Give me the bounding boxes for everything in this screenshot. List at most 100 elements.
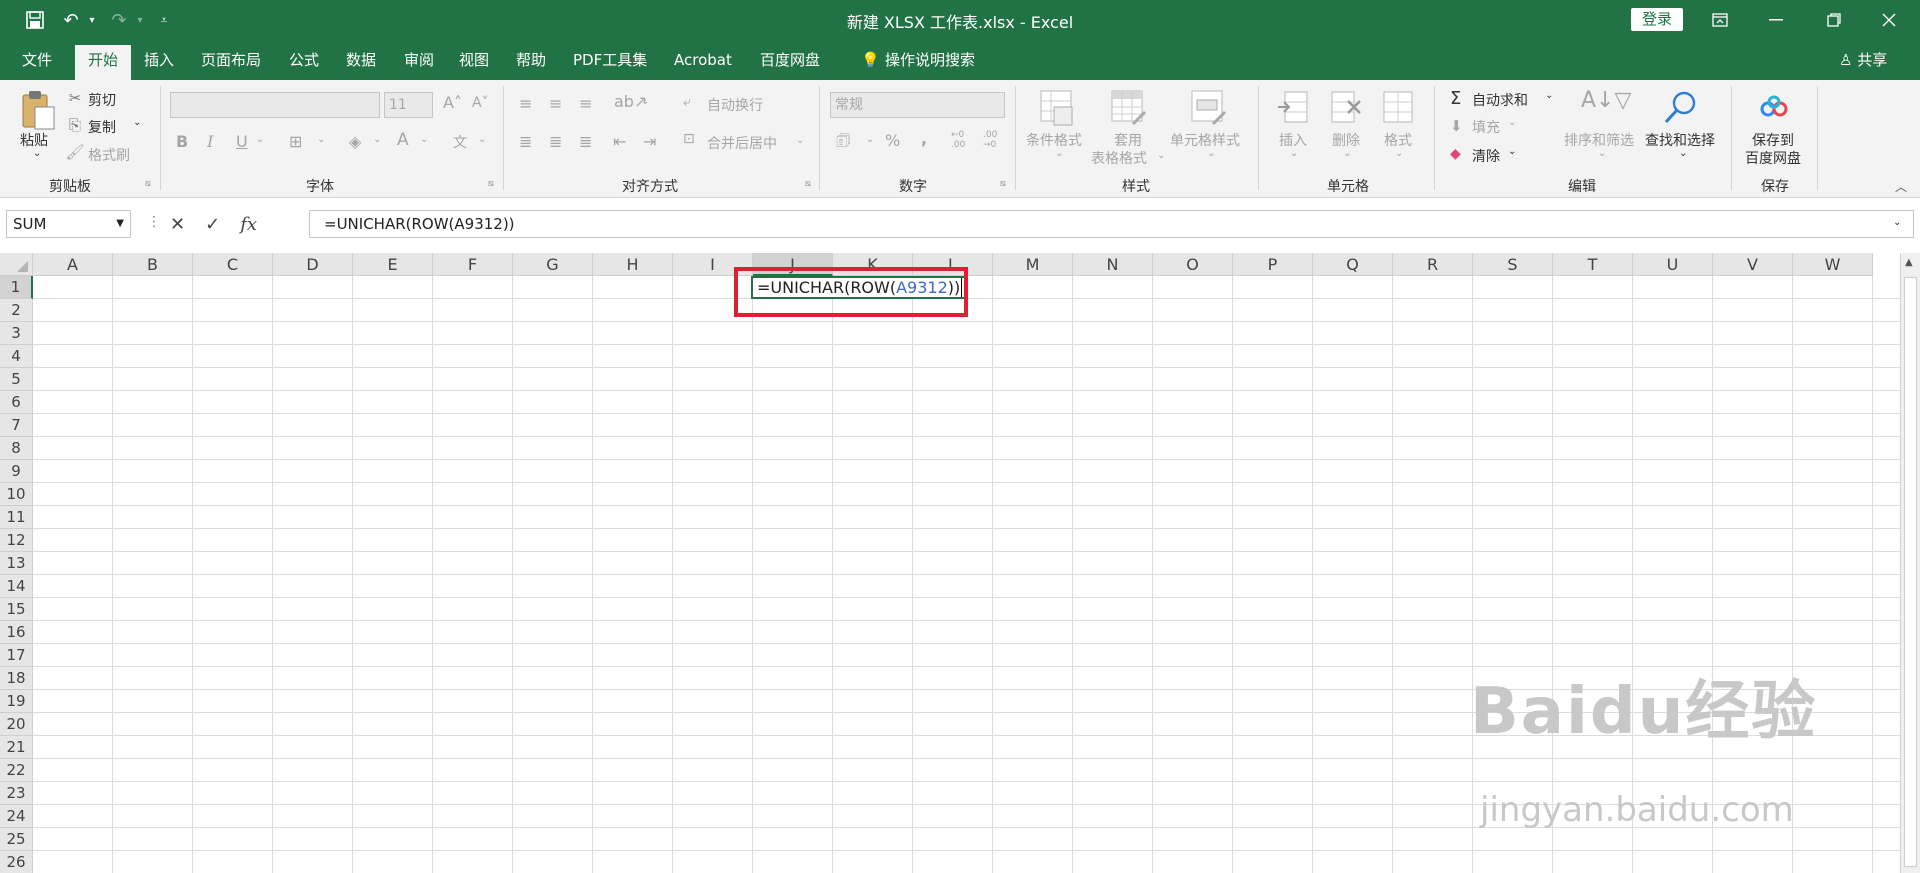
- clear-dropdown-icon[interactable]: ⌄: [1508, 146, 1516, 157]
- tab-view[interactable]: 视图: [446, 40, 502, 80]
- column-header[interactable]: O: [1153, 253, 1233, 276]
- cell-styles-button[interactable]: 单元格样式: [1170, 130, 1240, 150]
- scrollbar-thumb[interactable]: [1904, 277, 1917, 867]
- phonetic-dropdown-icon[interactable]: ⌄: [478, 134, 486, 145]
- font-color-dropdown-icon[interactable]: ⌄: [420, 134, 428, 145]
- merge-center-button[interactable]: 合并后居中: [707, 133, 777, 153]
- copy-button[interactable]: 复制: [88, 117, 116, 137]
- column-header[interactable]: M: [993, 253, 1073, 276]
- align-bottom-icon[interactable]: ≡: [579, 94, 592, 113]
- row-header[interactable]: 21: [0, 736, 33, 759]
- font-name-combo[interactable]: [170, 92, 380, 118]
- row-header[interactable]: 11: [0, 506, 33, 529]
- autosum-dropdown-icon[interactable]: ⌄: [1545, 90, 1553, 101]
- insert-dropdown-icon[interactable]: ⌄: [1290, 148, 1298, 159]
- italic-icon[interactable]: I: [207, 132, 213, 151]
- align-left-icon[interactable]: ≣: [519, 132, 532, 151]
- paste-button[interactable]: 粘贴: [20, 130, 48, 150]
- column-header[interactable]: Q: [1313, 253, 1393, 276]
- sort-dropdown-icon[interactable]: ⌄: [1598, 148, 1606, 159]
- formula-input[interactable]: =UNICHAR(ROW(A9312)): [309, 210, 1914, 238]
- name-box[interactable]: SUM ▼: [6, 210, 131, 238]
- insert-function-icon[interactable]: fx: [240, 214, 257, 235]
- tab-data[interactable]: 数据: [333, 40, 389, 80]
- underline-icon[interactable]: U: [236, 132, 248, 151]
- phonetic-icon[interactable]: 文: [453, 132, 467, 152]
- row-header[interactable]: 17: [0, 644, 33, 667]
- row-header[interactable]: 12: [0, 529, 33, 552]
- orientation-dropdown-icon[interactable]: ⌄: [641, 96, 649, 107]
- increase-decimal-icon[interactable]: ←0.00: [951, 130, 965, 150]
- row-header[interactable]: 19: [0, 690, 33, 713]
- font-launcher-icon[interactable]: ⧅: [488, 179, 494, 189]
- row-header[interactable]: 23: [0, 782, 33, 805]
- fill-color-dropdown-icon[interactable]: ⌄: [373, 134, 381, 145]
- row-header[interactable]: 3: [0, 322, 33, 345]
- column-header[interactable]: C: [193, 253, 273, 276]
- row-header[interactable]: 6: [0, 391, 33, 414]
- confirm-entry-icon[interactable]: ✓: [205, 214, 220, 235]
- column-header[interactable]: G: [513, 253, 593, 276]
- sort-filter-button[interactable]: 排序和筛选: [1564, 130, 1634, 150]
- scroll-up-icon[interactable]: ▲: [1905, 257, 1913, 268]
- format-dropdown-icon[interactable]: ⌄: [1395, 148, 1403, 159]
- tab-file[interactable]: 文件: [9, 40, 65, 80]
- column-header[interactable]: W: [1793, 253, 1873, 276]
- column-header[interactable]: H: [593, 253, 673, 276]
- row-header[interactable]: 13: [0, 552, 33, 575]
- column-header[interactable]: A: [33, 253, 113, 276]
- shrink-font-icon[interactable]: A˅: [472, 95, 489, 111]
- increase-indent-icon[interactable]: ⇥: [643, 132, 656, 151]
- row-header[interactable]: 15: [0, 598, 33, 621]
- column-header[interactable]: F: [433, 253, 513, 276]
- cancel-entry-icon[interactable]: ✕: [170, 214, 185, 235]
- tell-me-search[interactable]: 操作说明搜索: [872, 40, 988, 80]
- insert-cells-button[interactable]: 插入: [1279, 130, 1307, 150]
- tab-insert[interactable]: 插入: [131, 40, 187, 80]
- row-header[interactable]: 7: [0, 414, 33, 437]
- accounting-format-icon[interactable]: 🗊: [836, 130, 851, 157]
- conditional-formatting-button[interactable]: 条件格式: [1026, 130, 1082, 150]
- align-top-icon[interactable]: ≡: [519, 94, 532, 113]
- row-header[interactable]: 26: [0, 851, 33, 873]
- row-header[interactable]: 8: [0, 437, 33, 460]
- alignment-launcher-icon[interactable]: ⧅: [805, 179, 811, 189]
- conditional-dropdown-icon[interactable]: ⌄: [1055, 148, 1063, 159]
- tab-baidu-netdisk[interactable]: 百度网盘: [747, 40, 833, 80]
- font-color-icon[interactable]: A: [397, 130, 409, 150]
- align-center-icon[interactable]: ≣: [549, 132, 562, 151]
- percent-icon[interactable]: %: [885, 131, 900, 150]
- decrease-decimal-icon[interactable]: .00 →0: [983, 130, 997, 150]
- number-format-combo[interactable]: 常规: [830, 92, 1005, 118]
- row-header[interactable]: 16: [0, 621, 33, 644]
- cell-styles-dropdown-icon[interactable]: ⌄: [1207, 148, 1215, 159]
- clear-button[interactable]: 清除: [1472, 146, 1500, 166]
- borders-icon[interactable]: ⊞: [289, 132, 302, 151]
- paste-dropdown-icon[interactable]: ⌄: [33, 148, 41, 159]
- minimize-icon[interactable]: [1753, 0, 1799, 40]
- column-header[interactable]: S: [1473, 253, 1553, 276]
- column-header[interactable]: N: [1073, 253, 1153, 276]
- tab-help[interactable]: 帮助: [503, 40, 559, 80]
- worksheet-grid[interactable]: ABCDEFGHIJKLMNOPQRSTUVW 1 2 3 4 5 6 7 8 9 10 11 12 1…: [0, 253, 1920, 873]
- ribbon-display-icon[interactable]: [1697, 0, 1743, 40]
- tab-review[interactable]: 审阅: [391, 40, 447, 80]
- tab-page-layout[interactable]: 页面布局: [188, 40, 274, 80]
- name-box-dropdown-icon[interactable]: ▼: [116, 211, 124, 237]
- row-header[interactable]: 9: [0, 460, 33, 483]
- row-header[interactable]: 1: [0, 276, 33, 299]
- column-header[interactable]: T: [1553, 253, 1633, 276]
- find-dropdown-icon[interactable]: ⌄: [1679, 148, 1687, 159]
- cut-button[interactable]: 剪切: [88, 90, 116, 110]
- restore-icon[interactable]: [1811, 0, 1857, 40]
- row-header[interactable]: 14: [0, 575, 33, 598]
- underline-dropdown-icon[interactable]: ⌄: [256, 134, 264, 145]
- format-as-table-button[interactable]: 表格格式: [1091, 148, 1147, 168]
- borders-dropdown-icon[interactable]: ⌄: [317, 134, 325, 145]
- fill-dropdown-icon[interactable]: ⌄: [1508, 117, 1516, 128]
- autosum-button[interactable]: 自动求和: [1472, 90, 1528, 110]
- tab-acrobat[interactable]: Acrobat: [661, 40, 745, 80]
- login-button[interactable]: 登录: [1631, 8, 1683, 31]
- share-button[interactable]: ♙ 共享: [1826, 40, 1900, 80]
- font-size-combo[interactable]: 11: [384, 92, 433, 118]
